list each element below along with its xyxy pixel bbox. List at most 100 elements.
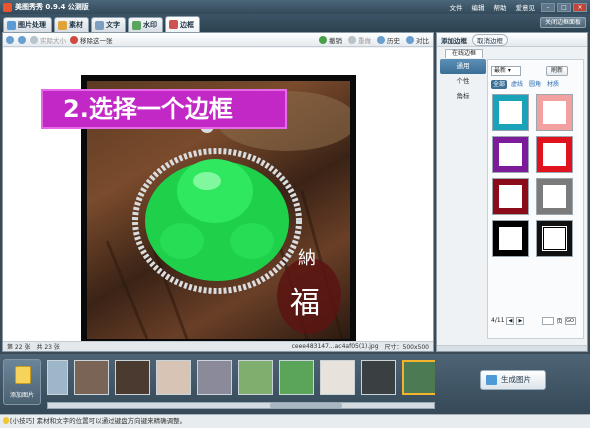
tab-watermark[interactable]: 水印 bbox=[128, 17, 163, 32]
filmstrip-thumbnail[interactable] bbox=[197, 360, 232, 395]
panel-title: 添加边框 bbox=[441, 36, 467, 45]
frame-thumbnail[interactable] bbox=[536, 220, 573, 257]
history-icon bbox=[377, 35, 385, 44]
tab-label: 水印 bbox=[143, 21, 157, 29]
actual-size-button[interactable]: 实际大小 bbox=[30, 35, 66, 45]
gallery-pager: 4/11 ◀ ▶ 页 GO bbox=[491, 316, 576, 325]
compare-button[interactable]: 对比 bbox=[406, 35, 429, 45]
material-icon bbox=[58, 20, 67, 30]
sort-select[interactable]: 最新 ▾ bbox=[491, 66, 521, 76]
frame-preview bbox=[543, 143, 566, 166]
zoom-in-button[interactable] bbox=[6, 35, 14, 44]
refresh-button[interactable]: 刷新 bbox=[546, 66, 569, 76]
menu-help[interactable]: 帮助 bbox=[494, 2, 507, 12]
file-name: ceee483147...ac4af05(1).jpg bbox=[291, 343, 379, 350]
compare-icon bbox=[406, 35, 414, 44]
frame-preview bbox=[499, 185, 522, 208]
window-controls: – □ × bbox=[541, 2, 587, 12]
frame-preview bbox=[542, 226, 567, 251]
zoom-out-button[interactable] bbox=[18, 35, 26, 44]
close-border-panel-button[interactable]: 关闭边框面板 bbox=[539, 17, 586, 28]
image-strip: 添加图片 生成图片 bbox=[0, 354, 590, 414]
filter-all[interactable]: 全部 bbox=[491, 80, 508, 89]
frame-gallery: 最新 ▾ 刷新 全部 虚线 圆角 材质 4/11 ◀ ▶ 页 GO bbox=[487, 59, 584, 339]
frame-thumbnails bbox=[492, 94, 573, 257]
redo-label: 重做 bbox=[358, 36, 371, 45]
sort-select-value: 最新 bbox=[494, 67, 507, 74]
picture-icon bbox=[7, 20, 16, 30]
filmstrip-thumbnail[interactable] bbox=[115, 360, 150, 395]
frame-thumbnail[interactable] bbox=[492, 178, 529, 215]
frame-thumbnail[interactable] bbox=[536, 94, 573, 131]
frame-panel: 添加边框 取消边框 在线边框 通用 个性 角标 最新 ▾ 刷新 全部 虚线 圆角… bbox=[436, 32, 588, 352]
actual-size-label: 实际大小 bbox=[40, 36, 66, 45]
page-input[interactable] bbox=[542, 316, 555, 325]
image-canvas[interactable]: 福 納 2.选择一个边框 bbox=[3, 48, 433, 345]
generate-image-button[interactable]: 生成图片 bbox=[480, 370, 546, 390]
gallery-controls: 最新 ▾ 刷新 bbox=[491, 66, 569, 76]
tab-online-frames[interactable]: 在线边框 bbox=[445, 49, 483, 58]
panel-header: 添加边框 取消边框 bbox=[437, 33, 587, 47]
prev-page-button[interactable]: ◀ bbox=[506, 316, 515, 325]
filmstrip-scrollbar[interactable] bbox=[47, 402, 435, 409]
window-title: 美图秀秀 0.9.4 公测版 bbox=[15, 3, 89, 11]
filter-dashed[interactable]: 虚线 bbox=[509, 80, 525, 89]
menu-file[interactable]: 文件 bbox=[450, 2, 463, 12]
tab-image-processing[interactable]: 图片处理 bbox=[3, 17, 52, 32]
remove-icon bbox=[70, 35, 78, 44]
title-bar: 美图秀秀 0.9.4 公测版 文件 编辑 帮助 爱意见 – □ × bbox=[0, 0, 590, 14]
next-page-button[interactable]: ▶ bbox=[516, 316, 525, 325]
frame-thumbnail[interactable] bbox=[536, 136, 573, 173]
menu-feedback[interactable]: 爱意见 bbox=[516, 2, 536, 12]
maximize-button[interactable]: □ bbox=[557, 2, 571, 12]
menu-edit[interactable]: 编辑 bbox=[472, 2, 485, 12]
filmstrip-thumbnail[interactable] bbox=[156, 360, 191, 395]
toolbar-right: 撤销 重做 历史 对比 bbox=[319, 35, 433, 45]
frame-categories: 通用 个性 角标 bbox=[440, 59, 486, 339]
tab-material[interactable]: 素材 bbox=[54, 17, 89, 32]
history-label: 历史 bbox=[387, 36, 400, 45]
frame-thumbnail[interactable] bbox=[492, 220, 529, 257]
filter-texture[interactable]: 材质 bbox=[545, 80, 561, 89]
scrollbar-thumb[interactable] bbox=[270, 403, 342, 408]
category-general[interactable]: 通用 bbox=[440, 59, 486, 74]
filmstrip-thumbnail[interactable] bbox=[402, 360, 435, 395]
frame-thumbnail[interactable] bbox=[536, 178, 573, 215]
filmstrip-thumbnail[interactable] bbox=[279, 360, 314, 395]
frame-thumbnail[interactable] bbox=[492, 94, 529, 131]
minimize-button[interactable]: – bbox=[541, 2, 555, 12]
undo-button[interactable]: 撤销 bbox=[319, 35, 342, 45]
text-icon bbox=[95, 20, 104, 30]
cancel-frame-button[interactable]: 取消边框 bbox=[472, 33, 508, 46]
filter-rounded[interactable]: 圆角 bbox=[527, 80, 543, 89]
filmstrip-thumbnail[interactable] bbox=[47, 360, 68, 395]
close-window-button[interactable]: × bbox=[573, 2, 587, 12]
filmstrip-thumbnail[interactable] bbox=[238, 360, 273, 395]
step-hint-banner: 2.选择一个边框 bbox=[41, 89, 287, 129]
frame-icon bbox=[169, 20, 178, 29]
tab-label: 边框 bbox=[180, 20, 194, 29]
redo-button[interactable]: 重做 bbox=[348, 35, 371, 45]
frame-filters: 全部 虚线 圆角 材质 bbox=[491, 80, 561, 89]
tab-frame[interactable]: 边框 bbox=[165, 16, 200, 32]
actual-size-icon bbox=[30, 35, 38, 44]
svg-text:納: 納 bbox=[298, 248, 316, 269]
frame-preview bbox=[499, 101, 522, 124]
filmstrip-thumbnail[interactable] bbox=[361, 360, 396, 395]
remove-one-button[interactable]: 移除这一张 bbox=[70, 35, 113, 45]
filmstrip-thumbnail[interactable] bbox=[74, 360, 109, 395]
lightbulb-icon bbox=[3, 417, 9, 424]
editor-workspace: 实际大小 移除这一张 撤销 重做 历史 对比 福 納 2.选择一个边框 第 22… bbox=[2, 32, 434, 352]
filmstrip-thumbnail[interactable] bbox=[320, 360, 355, 395]
go-button[interactable]: GO bbox=[564, 316, 576, 325]
history-button[interactable]: 历史 bbox=[377, 35, 400, 45]
page-indicator: 4/11 bbox=[491, 317, 505, 324]
add-image-button[interactable]: 添加图片 bbox=[3, 359, 41, 405]
undo-label: 撤销 bbox=[329, 36, 342, 45]
main-tab-bar: 图片处理 素材 文字 水印 边框 关闭边框面板 bbox=[0, 14, 590, 32]
tab-text[interactable]: 文字 bbox=[91, 17, 126, 32]
frame-preview bbox=[499, 143, 522, 166]
frame-thumbnail[interactable] bbox=[492, 136, 529, 173]
category-personal[interactable]: 个性 bbox=[440, 74, 486, 89]
category-corner[interactable]: 角标 bbox=[440, 89, 486, 104]
